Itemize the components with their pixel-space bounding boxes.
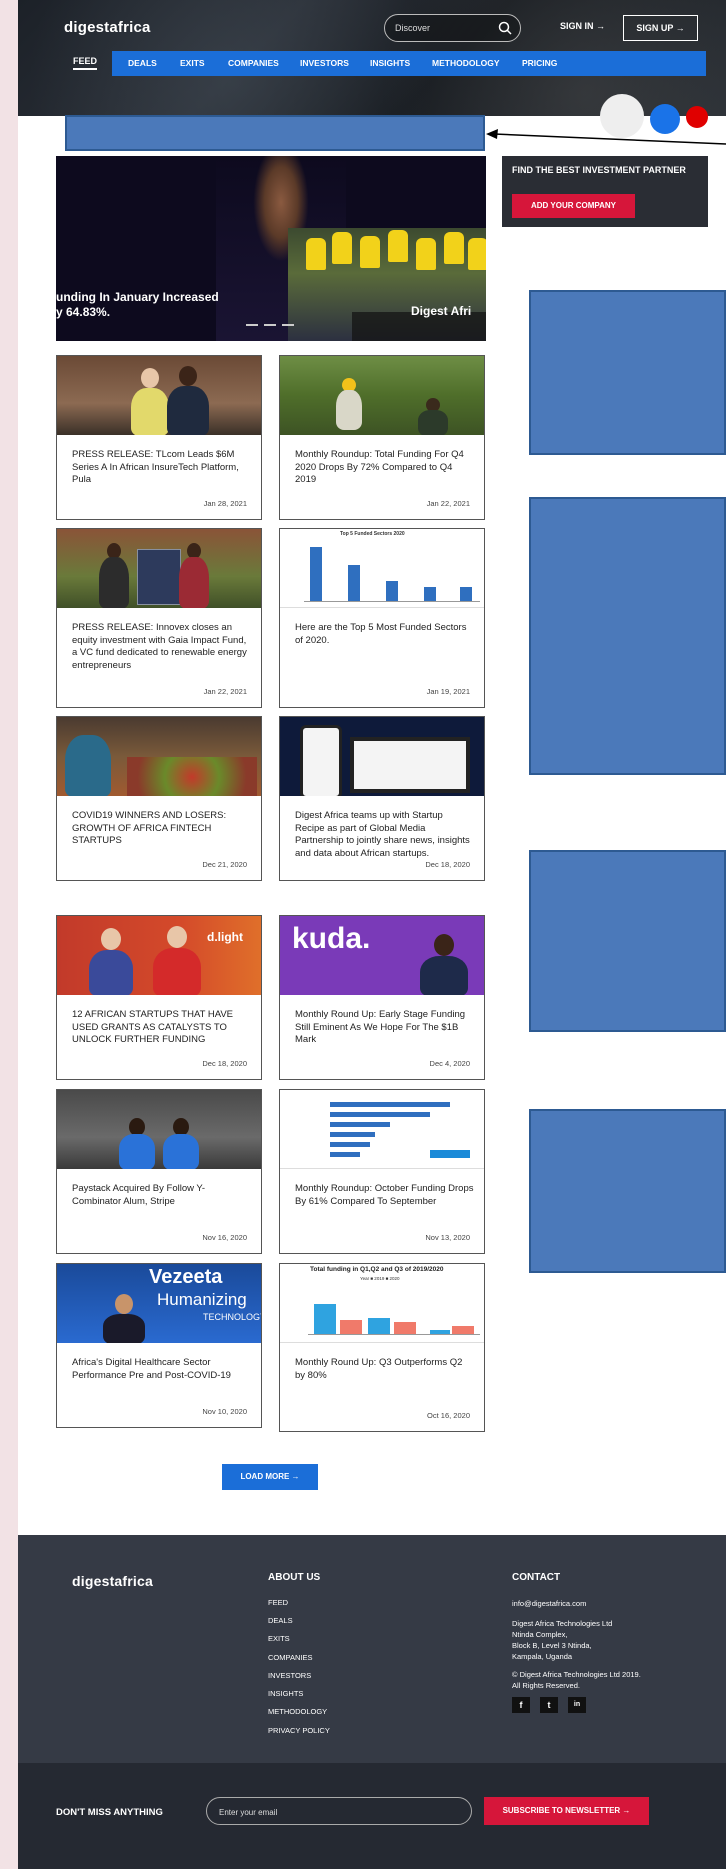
article-card[interactable]: Top 5 Funded Sectors 2020 Here are the T… bbox=[279, 528, 485, 708]
page: digestafrica SIGN IN → SIGN UP → FEED DE… bbox=[18, 0, 726, 1869]
dot-red bbox=[686, 106, 708, 128]
subscribe-button[interactable]: SUBSCRIBE TO NEWSLETTER → bbox=[484, 1797, 649, 1825]
newsletter-label: DON'T MISS ANYTHING bbox=[56, 1807, 163, 1818]
load-more-button[interactable]: LOAD MORE → bbox=[222, 1464, 318, 1490]
footer-link-privacy-policy[interactable]: PRIVACY POLICY bbox=[268, 1726, 330, 1735]
newsletter-bar: DON'T MISS ANYTHING SUBSCRIBE TO NEWSLET… bbox=[18, 1763, 726, 1869]
article-card[interactable]: Vezeeta Humanizing TECHNOLOGY Africa's D… bbox=[56, 1263, 262, 1428]
article-image bbox=[280, 356, 484, 435]
ad-placeholder-3 bbox=[529, 850, 726, 1032]
email-field-wrapper[interactable] bbox=[206, 1797, 472, 1825]
article-image: d.light bbox=[57, 916, 261, 995]
footer-link-investors[interactable]: INVESTORS bbox=[268, 1671, 311, 1680]
ad-placeholder-1 bbox=[529, 290, 726, 455]
sign-up-button[interactable]: SIGN UP → bbox=[623, 15, 698, 41]
footer-link-insights[interactable]: INSIGHTS bbox=[268, 1689, 303, 1698]
article-card[interactable]: d.light 12 AFRICAN STARTUPS THAT HAVE US… bbox=[56, 915, 262, 1080]
nav-insights[interactable]: INSIGHTS bbox=[370, 58, 410, 68]
nav-exits[interactable]: EXITS bbox=[180, 58, 205, 68]
footer: digestafrica ABOUT US FEED DEALS EXITS C… bbox=[18, 1535, 726, 1763]
article-image: Vezeeta Humanizing TECHNOLOGY bbox=[57, 1264, 261, 1343]
article-image bbox=[57, 1090, 261, 1169]
contact-heading: CONTACT bbox=[512, 1572, 561, 1583]
article-image: Total funding in Q1,Q2 and Q3 of 2019/20… bbox=[280, 1264, 484, 1343]
nav-feed[interactable]: FEED bbox=[73, 56, 98, 70]
nav-companies[interactable]: COMPANIES bbox=[228, 58, 279, 68]
search-box[interactable] bbox=[384, 14, 521, 42]
article-card[interactable]: Digest Africa teams up with Startup Reci… bbox=[279, 716, 485, 881]
sign-in-link[interactable]: SIGN IN → bbox=[560, 21, 605, 31]
nav-pricing[interactable]: PRICING bbox=[522, 58, 557, 68]
slide-image-team bbox=[288, 228, 486, 341]
site-logo[interactable]: digestafrica bbox=[64, 19, 151, 36]
article-card[interactable]: Total funding in Q1,Q2 and Q3 of 2019/20… bbox=[279, 1263, 485, 1432]
facebook-icon[interactable]: f bbox=[512, 1697, 530, 1713]
footer-link-methodology[interactable]: METHODOLOGY bbox=[268, 1707, 327, 1716]
article-card[interactable]: COVID19 WINNERS AND LOSERS: GROWTH OF AF… bbox=[56, 716, 262, 881]
article-card[interactable]: PRESS RELEASE: Innovex closes an equity … bbox=[56, 528, 262, 708]
search-icon[interactable] bbox=[497, 20, 513, 36]
article-image bbox=[57, 356, 261, 435]
article-image bbox=[57, 529, 261, 608]
linkedin-icon[interactable]: in bbox=[568, 1697, 586, 1713]
search-input[interactable] bbox=[395, 20, 495, 36]
slide-caption-right: Digest Afri bbox=[411, 304, 472, 318]
article-image bbox=[57, 717, 261, 796]
copyright: © Digest Africa Technologies Ltd 2019. A… bbox=[512, 1670, 641, 1690]
article-image bbox=[280, 717, 484, 796]
ad-placeholder-2 bbox=[529, 497, 726, 775]
partner-widget: FIND THE BEST INVESTMENT PARTNER ADD YOU… bbox=[502, 156, 708, 227]
twitter-icon[interactable]: t bbox=[540, 1697, 558, 1713]
article-image: kuda. bbox=[280, 916, 484, 995]
article-card[interactable]: PRESS RELEASE: TLcom Leads $6M Series A … bbox=[56, 355, 262, 520]
ad-placeholder-4 bbox=[529, 1109, 726, 1273]
partner-title: FIND THE BEST INVESTMENT PARTNER bbox=[512, 165, 686, 175]
nav-methodology[interactable]: METHODOLOGY bbox=[432, 58, 500, 68]
add-company-button[interactable]: ADD YOUR COMPANY bbox=[512, 194, 635, 218]
about-heading: ABOUT US bbox=[268, 1572, 321, 1583]
slide-caption-left: unding In January Increased y 64.83%. bbox=[56, 290, 219, 319]
featured-slider[interactable]: unding In January Increased y 64.83%. Di… bbox=[56, 156, 486, 341]
contact-email[interactable]: info@digestafrica.com bbox=[512, 1598, 712, 1609]
slider-indicator[interactable] bbox=[246, 324, 306, 326]
article-image bbox=[280, 1090, 484, 1169]
promo-banner-placeholder bbox=[65, 115, 485, 151]
article-image: Top 5 Funded Sectors 2020 bbox=[280, 529, 484, 608]
article-card[interactable]: Monthly Roundup: Total Funding For Q4 20… bbox=[279, 355, 485, 520]
footer-link-deals[interactable]: DEALS bbox=[268, 1616, 293, 1625]
footer-link-companies[interactable]: COMPANIES bbox=[268, 1653, 312, 1662]
contact-address: Digest Africa Technologies Ltd Ntinda Co… bbox=[512, 1619, 613, 1661]
footer-logo[interactable]: digestafrica bbox=[72, 1573, 153, 1589]
arrow-icon bbox=[486, 129, 726, 145]
main-nav: DEALS EXITS COMPANIES INVESTORS INSIGHTS… bbox=[112, 51, 706, 76]
article-card[interactable]: Paystack Acquired By Follow Y-Combinator… bbox=[56, 1089, 262, 1254]
footer-link-exits[interactable]: EXITS bbox=[268, 1634, 290, 1643]
nav-deals[interactable]: DEALS bbox=[128, 58, 157, 68]
article-card[interactable]: kuda. Monthly Round Up: Early Stage Fund… bbox=[279, 915, 485, 1080]
email-field[interactable] bbox=[219, 1805, 449, 1819]
footer-link-feed[interactable]: FEED bbox=[268, 1598, 288, 1607]
article-card[interactable]: Monthly Roundup: October Funding Drops B… bbox=[279, 1089, 485, 1254]
nav-investors[interactable]: INVESTORS bbox=[300, 58, 349, 68]
